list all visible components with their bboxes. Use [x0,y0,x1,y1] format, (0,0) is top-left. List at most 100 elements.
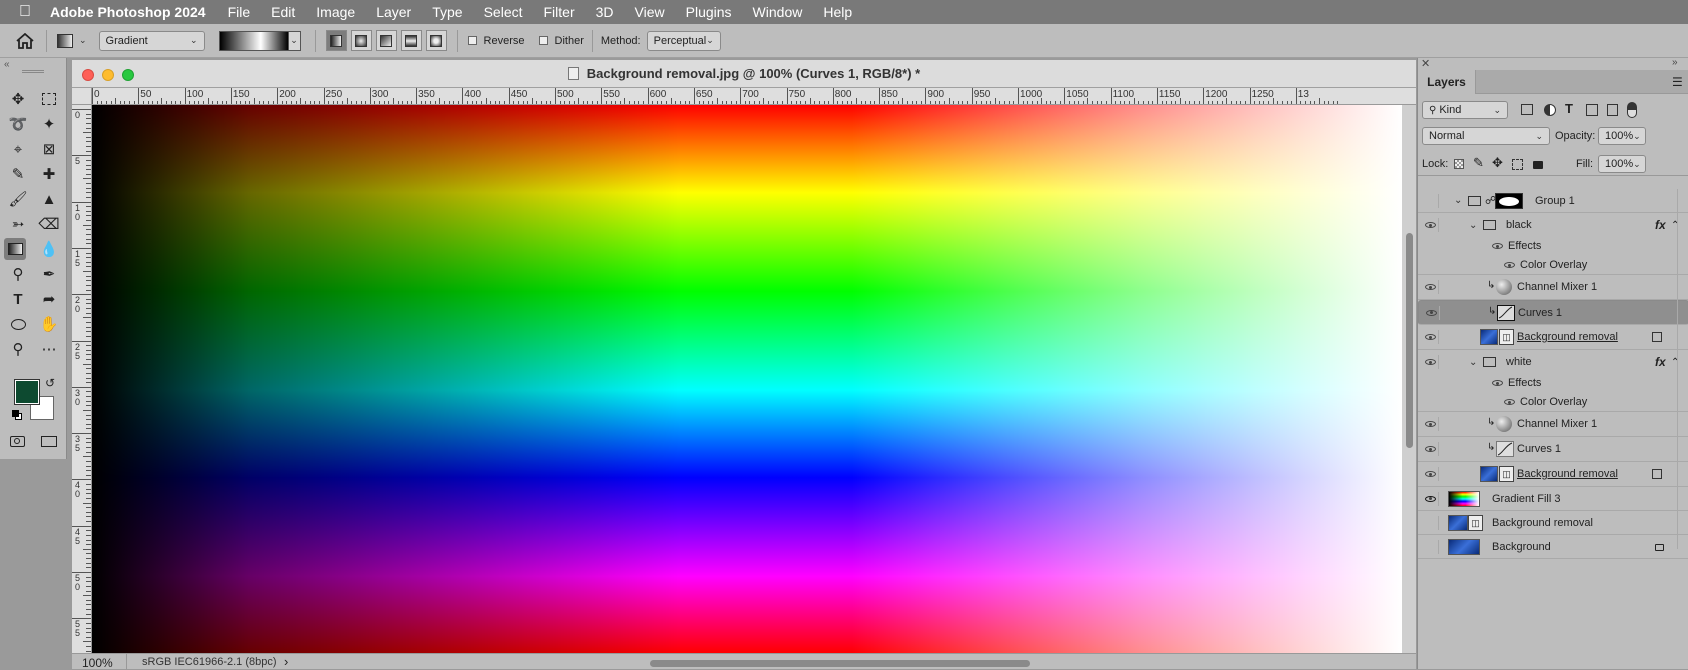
tab-layers[interactable]: Layers [1418,70,1476,94]
layer-row-channel-mixer[interactable]: ↳ Channel Mixer 1 [1418,412,1688,437]
default-colors-icon[interactable] [12,410,22,420]
clone-stamp-tool-icon[interactable]: ▲ [38,188,60,210]
vertical-scrollbar-thumb[interactable] [1406,233,1413,448]
menu-file[interactable]: File [228,4,251,20]
visibility-toggle[interactable] [1423,539,1439,554]
eye-icon[interactable] [1504,262,1515,268]
menu-plugins[interactable]: Plugins [686,4,732,20]
reflected-gradient-button[interactable] [400,30,422,51]
menu-help[interactable]: Help [823,4,852,20]
effect-color-overlay-row[interactable]: Color Overlay [1418,392,1688,412]
visibility-toggle[interactable] [1423,193,1439,208]
menu-select[interactable]: Select [484,4,523,20]
menu-edit[interactable]: Edit [271,4,295,20]
swap-colors-icon[interactable]: ↺ [45,376,55,390]
quick-mask-icon[interactable] [6,430,28,452]
effects-row[interactable]: Effects [1418,374,1688,392]
menu-image[interactable]: Image [316,4,355,20]
eyedropper-tool-icon[interactable]: ✎ [7,163,29,185]
vertical-ruler[interactable]: 0 5 1 0 1 5 2 0 2 5 3 0 3 5 4 0 4 5 5 0 5 5 [72,105,92,669]
filter-shape-icon[interactable] [1586,104,1598,116]
document-titlebar[interactable]: Background removal.jpg @ 100% (Curves 1,… [72,60,1416,88]
image-canvas[interactable] [92,105,1402,653]
filter-smart-object-icon[interactable] [1607,104,1618,116]
close-panel-icon[interactable]: ✕ [1421,57,1430,70]
filter-adjustment-icon[interactable] [1544,104,1556,116]
fx-icon[interactable]: fx [1655,355,1666,369]
layer-row-background-removal[interactable]: ◫ Background removal [1418,462,1688,487]
eraser-tool-icon[interactable]: ⌫ [38,213,60,235]
apple-icon[interactable]:  [0,3,50,21]
fill-field[interactable]: 100% ⌄ [1598,155,1646,173]
menu-3d[interactable]: 3D [596,4,614,20]
ruler-origin[interactable] [72,88,92,105]
layer-row-curves[interactable]: ↳ Curves 1 [1418,437,1688,462]
layer-filter-select[interactable]: ⚲ Kind ⌄ [1422,101,1508,119]
zoom-window-button[interactable] [122,69,134,81]
panel-menu-icon[interactable]: ☰ [1672,75,1683,89]
lock-all-icon[interactable] [1533,161,1543,169]
menu-filter[interactable]: Filter [544,4,575,20]
linear-gradient-button[interactable] [325,30,347,51]
fx-icon[interactable]: fx [1655,218,1666,232]
layer-row-white[interactable]: ⌄ white fx ⌃ [1418,350,1688,374]
filter-pixel-icon[interactable] [1521,104,1533,115]
layer-row-group-1[interactable]: ⌄ ☍ Group 1 [1418,189,1688,213]
minimize-window-button[interactable] [102,69,114,81]
effects-row[interactable]: Effects [1418,237,1688,255]
brush-tool-icon[interactable]: 🖌 [7,188,29,210]
menu-type[interactable]: Type [432,4,462,20]
pen-tool-icon[interactable]: ✒ [38,263,60,285]
screen-mode-icon[interactable] [38,430,60,452]
chevron-down-icon[interactable]: ⌄ [1469,357,1477,368]
lock-pixels-icon[interactable]: ✎ [1473,155,1484,171]
crop-tool-icon[interactable]: ⌖ [7,138,29,160]
foreground-color-swatch[interactable] [14,379,40,405]
zoom-level[interactable]: 100% [82,656,113,670]
radial-gradient-button[interactable] [350,30,372,51]
close-window-button[interactable] [82,69,94,81]
chevron-down-icon[interactable]: ⌄ [1454,195,1462,206]
history-brush-tool-icon[interactable]: ➳ [7,213,29,235]
toolbar-grip[interactable] [22,70,44,73]
path-selection-tool-icon[interactable]: ➦ [38,288,60,310]
horizontal-scrollbar-thumb[interactable] [650,660,1030,667]
lock-artboard-icon[interactable] [1512,159,1523,170]
lock-transparency-icon[interactable] [1454,159,1464,169]
panel-vertical-scrollbar[interactable] [1677,189,1687,549]
visibility-toggle[interactable] [1423,417,1439,431]
opacity-field[interactable]: 100% ⌄ [1598,127,1646,145]
zoom-tool-icon[interactable]: ⚲ [7,338,29,360]
hand-tool-icon[interactable]: ✋ [38,313,60,335]
visibility-toggle[interactable] [1423,355,1439,369]
visibility-toggle[interactable] [1423,330,1439,344]
vertical-scrollbar[interactable] [1402,105,1416,653]
gradient-preset-select[interactable]: Gradient ⌄ [98,30,205,51]
chevron-down-icon[interactable]: ⌄ [1469,220,1477,231]
layer-row-curves-selected[interactable]: ↳ Curves 1 [1418,300,1688,325]
menu-view[interactable]: View [635,4,665,20]
app-name[interactable]: Adobe Photoshop 2024 [50,4,206,20]
menu-window[interactable]: Window [753,4,803,20]
layer-row-background[interactable]: Background [1418,535,1688,559]
angle-gradient-button[interactable] [375,30,397,51]
dodge-tool-icon[interactable]: ⚲ [7,263,29,285]
type-tool-icon[interactable]: T [7,288,29,310]
toolbar-collapse-icon[interactable]: « [4,59,10,70]
gradient-picker[interactable]: ⌄ [218,30,301,51]
horizontal-ruler[interactable]: 0 50 100 150 200 250 300 350 400 450 500 550 600 650 7… [92,88,1416,105]
magic-wand-tool-icon[interactable]: ✦ [38,113,60,135]
visibility-toggle[interactable] [1423,491,1439,506]
lock-position-icon[interactable]: ✥ [1492,155,1503,171]
layer-row-background-removal-base[interactable]: ◫ Background removal [1418,511,1688,535]
eye-icon[interactable] [1492,380,1503,386]
blur-tool-icon[interactable]: 💧 [38,238,60,260]
visibility-toggle[interactable] [1423,467,1439,481]
ellipse-tool-icon[interactable] [7,313,29,335]
status-menu-arrow[interactable]: › [284,654,288,669]
visibility-toggle[interactable] [1423,515,1439,530]
frame-tool-icon[interactable]: ⊠ [38,138,60,160]
home-icon[interactable] [14,30,36,52]
visibility-toggle[interactable] [1424,305,1440,320]
visibility-toggle[interactable] [1423,218,1439,232]
